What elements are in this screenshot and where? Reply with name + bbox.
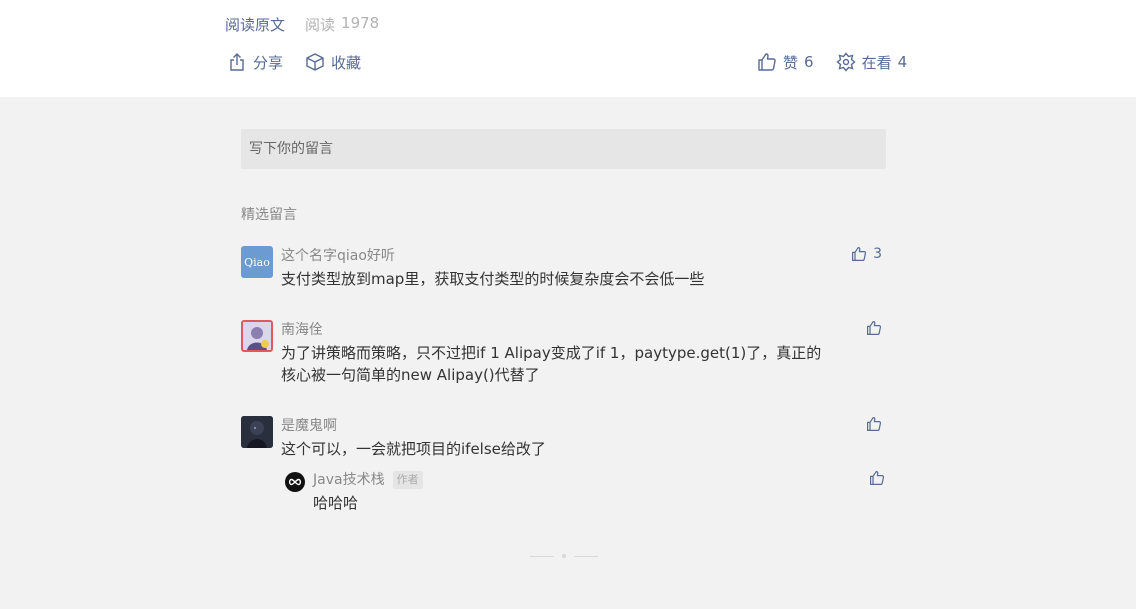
author-reply: Java技术栈 作者 哈哈哈: [285, 470, 885, 516]
article-footer-bar: 阅读原文 阅读 1978 分享 收藏 赞 6 在看 4: [0, 0, 1136, 97]
reply-nickname: Java技术栈: [313, 472, 385, 488]
thumbs-up-icon: [867, 321, 882, 335]
watching-label: 在看: [861, 53, 892, 72]
thumbs-up-icon: [867, 417, 882, 431]
comment-like-count: 3: [873, 246, 882, 262]
divider-dot: [562, 554, 566, 558]
share-label: 分享: [253, 53, 284, 72]
comment-text-line: 为了讲策略而策略，只不过把if 1 Alipay变成了if 1，paytype.…: [281, 344, 822, 362]
thumbs-up-icon: [758, 53, 776, 71]
avatar-text: Qiao: [244, 255, 270, 269]
favorite-label: 收藏: [331, 53, 362, 72]
thumbs-up-icon: [852, 247, 867, 261]
comment-nickname: 是魔鬼啊: [281, 418, 337, 434]
watching-count: 4: [897, 53, 908, 71]
like-button[interactable]: 赞 6: [757, 51, 814, 73]
share-button[interactable]: 分享: [227, 51, 283, 73]
box-icon: [306, 53, 324, 71]
infinity-icon: [288, 478, 302, 486]
comment-text-line: 核心被一句简单的new Alipay()代替了: [281, 366, 540, 384]
avatar[interactable]: Qiao: [241, 246, 273, 278]
read-original-link[interactable]: 阅读原文: [225, 14, 285, 35]
divider-line: [530, 555, 554, 557]
comment-item: 是魔鬼啊 这个可以，一会就把项目的ifelse给改了 Java技术栈 作者 哈哈…: [241, 416, 886, 516]
comment-item: 南海佺 为了讲策略而策略，只不过把if 1 Alipay变成了if 1，payt…: [241, 320, 886, 390]
comment-body: 南海佺 为了讲策略而策略，只不过把if 1 Alipay变成了if 1，payt…: [281, 320, 881, 386]
read-row: 阅读原文 阅读 1978: [225, 14, 379, 35]
dark-portrait-icon: [241, 416, 273, 448]
share-icon: [230, 53, 244, 71]
actions-left: 分享 收藏: [227, 51, 361, 73]
reply-like-button[interactable]: [869, 470, 885, 486]
comment-body: 是魔鬼啊 这个可以，一会就把项目的ifelse给改了: [281, 416, 881, 460]
comment-nickname: 南海佺: [281, 322, 323, 338]
comment-item: Qiao 这个名字qiao好听 支付类型放到map里，获取支付类型的时候复杂度会…: [241, 246, 886, 296]
read-count-label: 阅读: [305, 16, 336, 34]
comment-nickname: 这个名字qiao好听: [281, 248, 395, 264]
avatar[interactable]: [241, 320, 273, 352]
thumbs-up-icon: [870, 471, 885, 485]
comment-text: 支付类型放到map里，获取支付类型的时候复杂度会不会低一些: [281, 270, 705, 288]
favorite-button[interactable]: 收藏: [305, 51, 361, 73]
comment-text: 为了讲策略而策略，只不过把if 1 Alipay变成了if 1，paytype.…: [281, 342, 881, 386]
comment-text: 这个可以，一会就把项目的ifelse给改了: [281, 440, 546, 458]
watching-button[interactable]: 在看 4: [835, 51, 908, 73]
author-badge: 作者: [392, 471, 423, 489]
featured-comments-title: 精选留言: [241, 207, 297, 223]
reply-header: Java技术栈 作者: [313, 470, 423, 490]
like-label: 赞: [783, 53, 799, 72]
comment-like-button[interactable]: 3: [851, 246, 882, 262]
comment-like-button[interactable]: [866, 416, 882, 432]
avatar[interactable]: [241, 416, 273, 448]
read-count: 阅读 1978: [305, 14, 379, 35]
comment-like-button[interactable]: [866, 320, 882, 336]
reply-text: 哈哈哈: [313, 494, 359, 512]
end-of-comments-divider: [530, 554, 598, 558]
comment-input[interactable]: [241, 129, 886, 169]
like-count: 6: [804, 53, 814, 71]
actions-right: 赞 6 在看 4: [757, 51, 907, 73]
comment-body: 这个名字qiao好听 支付类型放到map里，获取支付类型的时候复杂度会不会低一些: [281, 246, 881, 290]
flower-icon: [835, 52, 856, 72]
anime-avatar-icon: [243, 322, 271, 350]
comment-composer[interactable]: [241, 129, 886, 169]
read-count-value: 1978: [341, 14, 380, 32]
author-avatar[interactable]: [285, 472, 305, 492]
divider-line: [574, 555, 598, 557]
